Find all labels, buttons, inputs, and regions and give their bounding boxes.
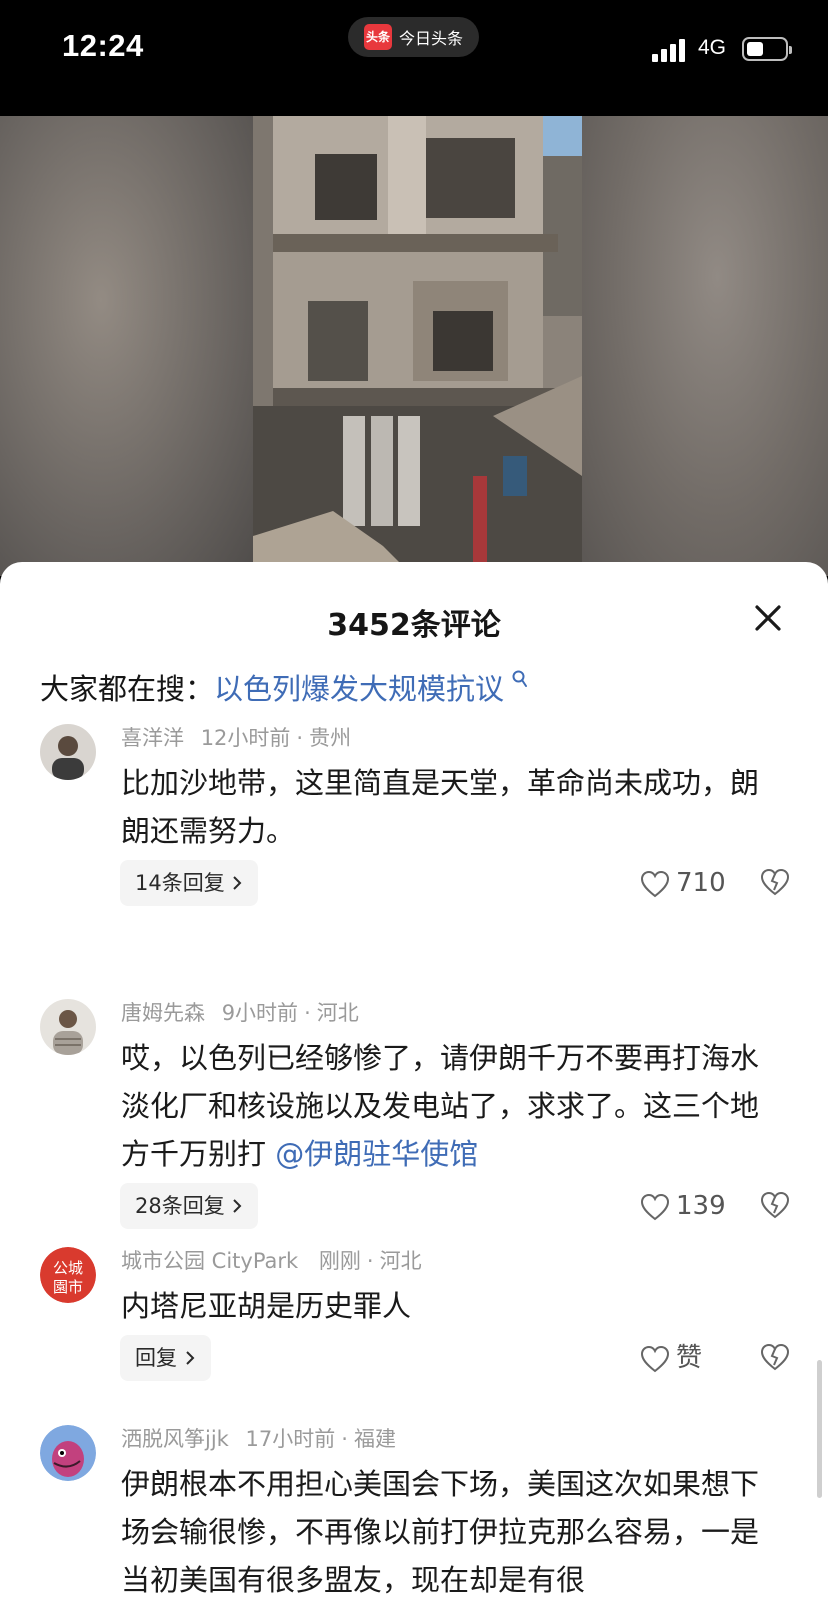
comment-location: 河北: [316, 1001, 359, 1025]
comment-time: 17小时前: [245, 1427, 336, 1451]
reply-count-label: 14条回复: [135, 871, 225, 895]
app-name: 今日头条: [399, 29, 464, 48]
video-frame-destroyed-building: [253, 116, 582, 576]
app-logo: 头条: [364, 24, 392, 50]
status-bar: 12:24 头条 今日头条 4G: [0, 0, 828, 116]
like-button[interactable]: 赞: [640, 1335, 702, 1381]
network-type: 4G: [698, 36, 727, 59]
comment-text: 比加沙地带，这里简直是天堂，革命尚未成功，朗朗还需努力。: [121, 759, 781, 855]
comment-author[interactable]: 喜洋洋: [121, 726, 184, 750]
comment-body: 内塔尼亚胡是历史罪人: [121, 1289, 412, 1323]
avatar[interactable]: [40, 724, 96, 780]
comments-sheet: 3452条评论 大家都在搜：以色列爆发大规模抗议 喜洋洋 12小时前 · 贵州 比加…: [0, 562, 828, 1613]
comment-author[interactable]: 城市公园 CityPark: [121, 1249, 298, 1273]
status-time: 12:24: [62, 28, 144, 63]
signal-icon: [652, 38, 692, 62]
comment-body: 伊朗根本不用担心美国会下场，美国这次如果想下场会输很惨，不再像以前打伊拉克那么容…: [121, 1467, 760, 1597]
like-count: 139: [676, 1191, 726, 1221]
comment-time: 12小时前: [200, 726, 291, 750]
scrollbar[interactable]: [817, 1360, 822, 1498]
search-icon: [506, 669, 528, 693]
comment-meta: 喜洋洋 12小时前 · 贵州: [121, 726, 352, 750]
comment-location: 福建: [353, 1427, 396, 1451]
avatar[interactable]: 公城 園市: [40, 1247, 96, 1303]
mention-link[interactable]: @伊朗驻华使馆: [275, 1137, 478, 1171]
avatar-seal-text-bottom: 園市: [53, 1278, 83, 1296]
chevron-right-icon: [184, 1346, 196, 1370]
comments-title: 3452条评论: [327, 608, 501, 643]
dislike-heart-icon[interactable]: [759, 1342, 791, 1374]
close-icon[interactable]: [748, 598, 788, 638]
like-button[interactable]: 139: [640, 1183, 726, 1229]
reply-count-label: 28条回复: [135, 1194, 225, 1218]
comment-meta: 洒脱风筝jjk 17小时前 · 福建: [121, 1427, 396, 1451]
comment-text: 内塔尼亚胡是历史罪人: [121, 1282, 781, 1330]
video-blur-right: [582, 116, 828, 576]
dislike-heart-icon[interactable]: [759, 1190, 791, 1222]
view-replies-button[interactable]: 14条回复: [120, 860, 259, 906]
comment-meta: 城市公园 CityPark 刚刚 · 河北: [121, 1249, 422, 1273]
heart-icon: [640, 1191, 676, 1221]
like-label: 赞: [676, 1343, 703, 1373]
dislike-heart-icon[interactable]: [759, 867, 791, 899]
comment-text: 伊朗根本不用担心美国会下场，美国这次如果想下场会输很惨，不再像以前打伊拉克那么容…: [121, 1460, 781, 1604]
chevron-right-icon: [231, 1194, 243, 1218]
comment-location: 贵州: [309, 726, 352, 750]
comment-body: 比加沙地带，这里简直是天堂，革命尚未成功，朗朗还需努力。: [121, 766, 760, 848]
like-count: 710: [676, 868, 726, 898]
reply-button[interactable]: 回复: [120, 1335, 211, 1381]
comment-author[interactable]: 洒脱风筝jjk: [121, 1427, 229, 1451]
battery-icon: [742, 37, 792, 61]
avatar[interactable]: [40, 999, 96, 1055]
video-blur-left: [0, 116, 253, 576]
hot-search-bar[interactable]: 大家都在搜：以色列爆发大规模抗议: [40, 666, 528, 708]
chevron-right-icon: [231, 871, 243, 895]
video-player[interactable]: [0, 116, 828, 576]
comment-time: 9小时前: [221, 1001, 299, 1025]
view-replies-button[interactable]: 28条回复: [120, 1183, 259, 1229]
like-button[interactable]: 710: [640, 860, 726, 906]
app-indicator-pill[interactable]: 头条 今日头条: [348, 17, 479, 57]
avatar-seal-text-top: 公城: [53, 1259, 83, 1277]
reply-label: 回复: [135, 1346, 177, 1370]
avatar[interactable]: [40, 1425, 96, 1481]
hot-search-label: 大家都在搜：: [40, 672, 215, 706]
comment-location: 河北: [379, 1249, 422, 1273]
comment-meta: 唐姆先森 9小时前 · 河北: [121, 1001, 359, 1025]
hot-search-term[interactable]: 以色列爆发大规模抗议: [214, 672, 504, 706]
comment-time: 刚刚: [318, 1249, 361, 1273]
comment-author[interactable]: 唐姆先森: [121, 1001, 205, 1025]
heart-icon: [640, 1343, 676, 1373]
comment-text: 哎，以色列已经够惨了，请伊朗千万不要再打海水淡化厂和核设施以及发电站了，求求了。…: [121, 1034, 781, 1178]
heart-icon: [640, 868, 676, 898]
